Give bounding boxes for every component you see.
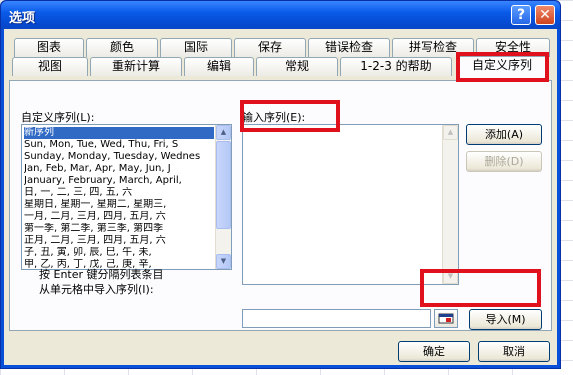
scroll-up-arrow-icon[interactable]: ▲	[443, 125, 458, 140]
cancel-button[interactable]: 取消	[478, 341, 550, 362]
list-item[interactable]: 星期日, 星期一, 星期二, 星期三,	[24, 199, 214, 211]
scrollbar-thumb[interactable]	[216, 141, 231, 229]
highlight-entries-box	[240, 100, 340, 132]
list-item[interactable]: Sun, Mon, Tue, Wed, Thu, Fri, S	[24, 139, 214, 151]
tab-edit[interactable]: 编辑	[184, 57, 254, 76]
entries-scrollbar[interactable]: ▲ ▼	[442, 125, 458, 284]
import-label: 从单元格中导入序列(I):	[39, 283, 154, 296]
ok-button[interactable]: 确定	[398, 341, 470, 362]
title-bar: 选项 ? ✕	[1, 1, 560, 29]
list-item[interactable]: Sunday, Monday, Tuesday, Wednes	[24, 151, 214, 163]
custom-lists-label: 自定义序列(L):	[21, 111, 95, 124]
help-button[interactable]: ?	[511, 5, 531, 25]
tab-view[interactable]: 视图	[12, 57, 88, 76]
import-range-input[interactable]	[242, 309, 431, 328]
highlight-custom-lists-tab	[456, 52, 549, 82]
list-entries-textarea[interactable]: ▲ ▼	[242, 124, 459, 285]
dialog-title: 选项	[9, 11, 36, 26]
list-item[interactable]: 一月, 二月, 三月, 四月, 五月, 六	[24, 211, 214, 223]
import-button[interactable]: 导入(M)	[469, 309, 542, 330]
tab-calculation[interactable]: 重新计算	[90, 57, 182, 76]
listbox-scrollbar[interactable]: ▲ ▼	[215, 125, 231, 269]
tab-general[interactable]: 常规	[256, 57, 338, 76]
list-item[interactable]: Jan, Feb, Mar, Apr, May, Jun, J	[24, 163, 214, 175]
tab-chart[interactable]: 图表	[14, 38, 84, 57]
range-select-button[interactable]	[434, 309, 458, 328]
list-item[interactable]: 新序列	[24, 127, 214, 139]
scroll-down-arrow-icon[interactable]: ▼	[216, 254, 231, 269]
close-button[interactable]: ✕	[535, 5, 555, 25]
list-item[interactable]: 子, 丑, 寅, 卯, 辰, 巳, 午, 未,	[24, 247, 214, 259]
delete-button[interactable]: 删除(D)	[466, 151, 542, 172]
list-item[interactable]: 第一季, 第二季, 第三季, 第四季	[24, 223, 214, 235]
tab-error-checking[interactable]: 错误检查	[308, 38, 390, 57]
help-icon: ?	[516, 7, 526, 23]
list-item[interactable]: 正月, 二月, 三月, 四月, 五月, 六	[24, 235, 214, 247]
separator-hint: 按 Enter 键分隔列表条目	[39, 268, 164, 281]
list-item[interactable]: 日, 一, 二, 三, 四, 五, 六	[24, 187, 214, 199]
highlight-import-button	[420, 269, 541, 307]
list-item[interactable]: January, February, March, April,	[24, 175, 214, 187]
add-button[interactable]: 添加(A)	[466, 124, 542, 145]
close-icon: ✕	[539, 7, 551, 23]
scroll-up-arrow-icon[interactable]: ▲	[216, 125, 231, 140]
tab-color[interactable]: 颜色	[86, 38, 158, 57]
tab-save[interactable]: 保存	[234, 38, 306, 57]
tab-international[interactable]: 国际	[160, 38, 232, 57]
tab-transition[interactable]: 1-2-3 的帮助	[340, 57, 452, 76]
custom-lists-listbox[interactable]: 新序列 Sun, Mon, Tue, Wed, Thu, Fri, S Sund…	[21, 124, 232, 270]
range-select-icon	[438, 313, 454, 324]
